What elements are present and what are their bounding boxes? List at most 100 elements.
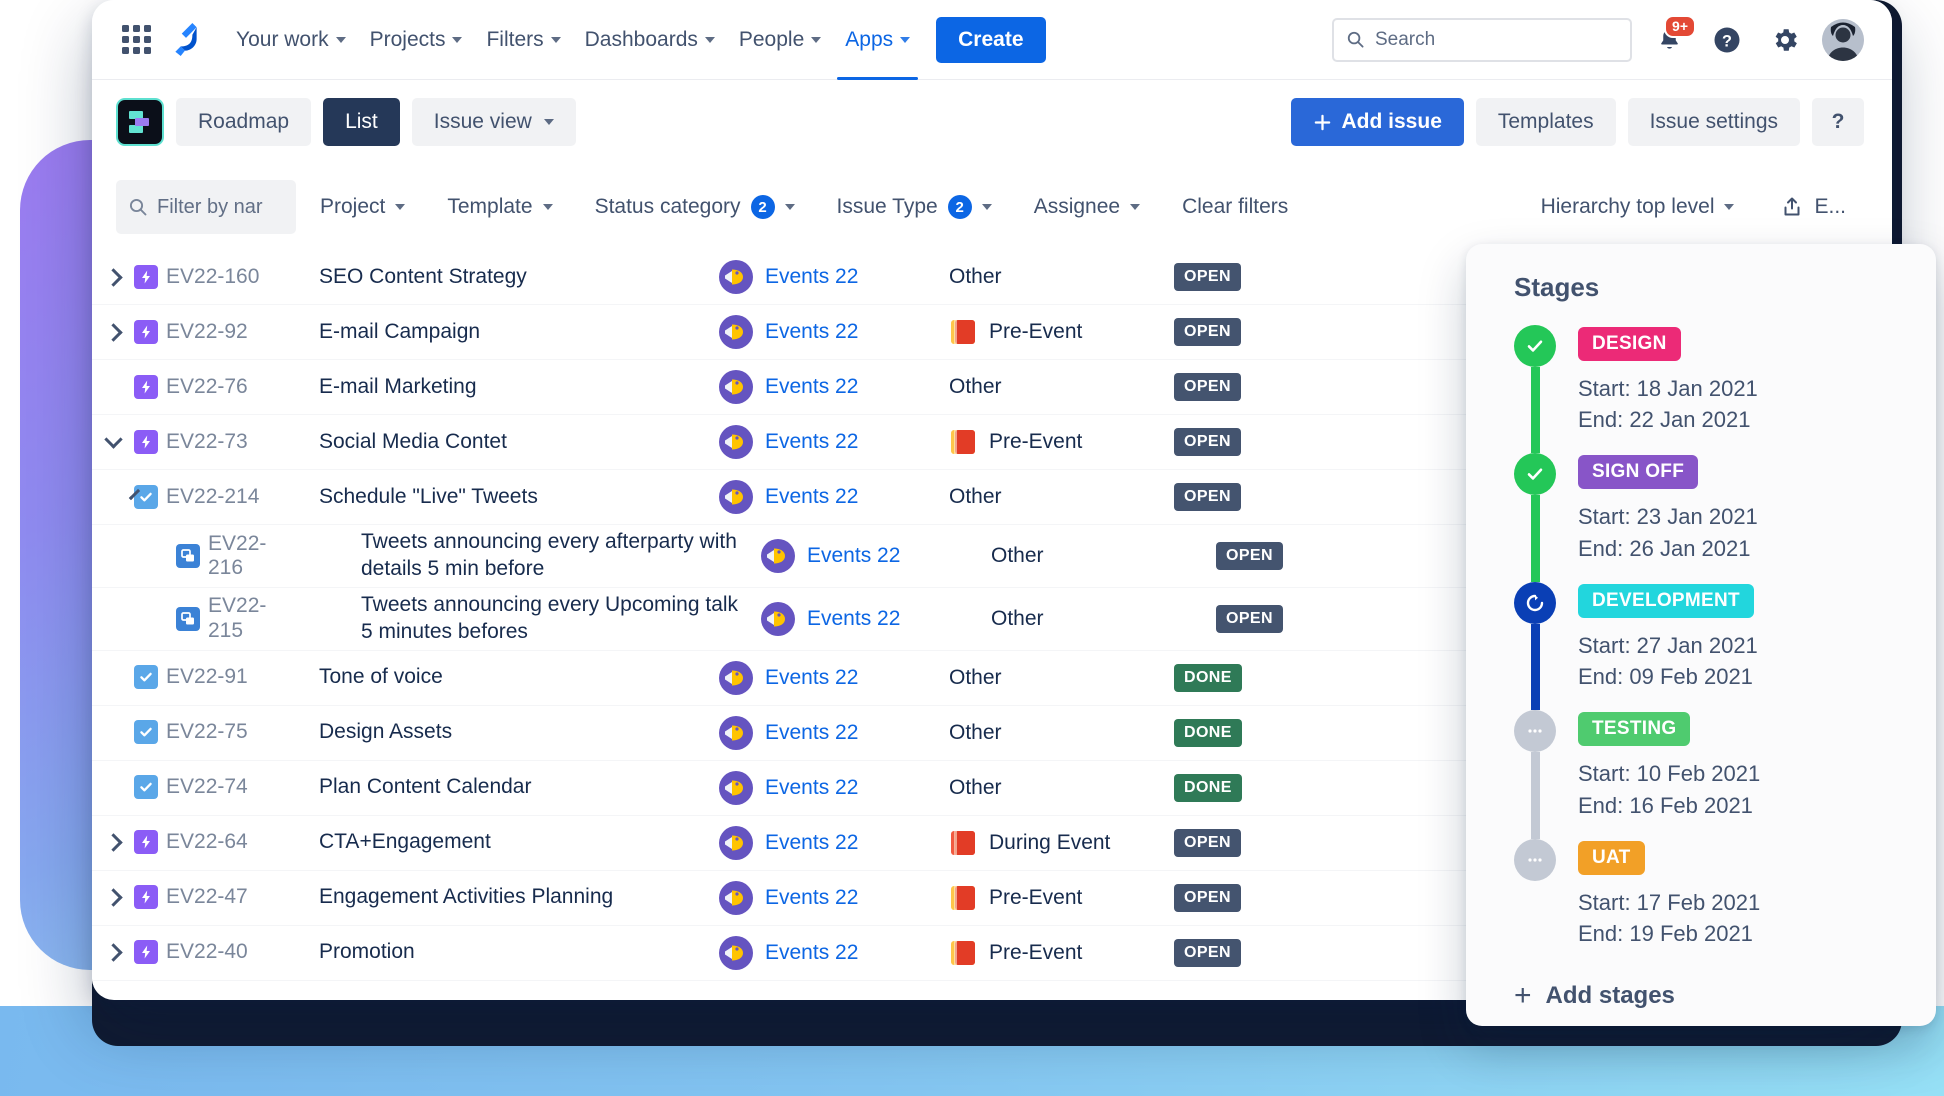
row-expand-toggle[interactable] — [92, 891, 134, 904]
stage-item[interactable]: DESIGNStart: 18 Jan 2021End: 22 Jan 2021 — [1514, 325, 1936, 453]
nav-item-filters[interactable]: Filters — [474, 19, 572, 61]
filter-assignee[interactable]: Assignee — [1016, 183, 1158, 231]
row-expand-toggle[interactable] — [92, 836, 134, 849]
issue-key-cell[interactable]: EV22-216 — [176, 532, 361, 580]
nav-item-people[interactable]: People — [727, 19, 833, 61]
issue-project-cell[interactable]: Events 22 — [761, 539, 991, 573]
issue-project-cell[interactable]: Events 22 — [719, 315, 949, 349]
issue-status-cell[interactable]: OPEN — [1216, 542, 1366, 570]
hierarchy-top-level-select[interactable]: Hierarchy top level — [1523, 183, 1753, 231]
issue-project-cell[interactable]: Events 22 — [719, 881, 949, 915]
issue-project-cell[interactable]: Events 22 — [719, 260, 949, 294]
issue-project-cell[interactable]: Events 22 — [719, 661, 949, 695]
app-logo-icon[interactable] — [116, 98, 164, 146]
issue-summary[interactable]: Plan Content Calendar — [319, 774, 719, 801]
issue-status-cell[interactable]: OPEN — [1174, 483, 1324, 511]
toolbar-help-button[interactable]: ? — [1812, 98, 1864, 146]
stage-node-in-progress[interactable] — [1514, 582, 1556, 624]
stage-node-todo[interactable] — [1514, 710, 1556, 752]
issue-summary[interactable]: Engagement Activities Planning — [319, 884, 719, 911]
issue-status-cell[interactable]: OPEN — [1174, 829, 1324, 857]
filter-by-name-input[interactable]: Filter by nar — [116, 180, 296, 234]
issue-key-cell[interactable]: EV22-91 — [134, 665, 319, 689]
issue-project-cell[interactable]: Events 22 — [719, 425, 949, 459]
issue-settings-button[interactable]: Issue settings — [1628, 98, 1800, 146]
issue-view-select[interactable]: Issue view — [412, 98, 576, 146]
issue-summary[interactable]: E-mail Campaign — [319, 319, 719, 346]
stage-node-done[interactable] — [1514, 453, 1556, 495]
nav-item-your-work[interactable]: Your work — [224, 19, 358, 61]
issue-summary[interactable]: Tweets announcing every Upcoming talk 5 … — [361, 592, 761, 646]
filter-issue-type[interactable]: Issue Type 2 — [819, 183, 1010, 231]
chevron-right-icon[interactable] — [104, 323, 122, 341]
issue-summary[interactable]: Schedule "Live" Tweets — [319, 484, 719, 511]
nav-item-projects[interactable]: Projects — [358, 19, 475, 61]
stage-node-todo[interactable] — [1514, 839, 1556, 881]
issue-status-cell[interactable]: OPEN — [1174, 884, 1324, 912]
stage-item[interactable]: DEVELOPMENTStart: 27 Jan 2021End: 09 Feb… — [1514, 582, 1936, 710]
templates-button[interactable]: Templates — [1476, 98, 1616, 146]
stage-item[interactable]: SIGN OFFStart: 23 Jan 2021End: 26 Jan 20… — [1514, 453, 1936, 581]
issue-project-cell[interactable]: Events 22 — [719, 716, 949, 750]
issue-key-cell[interactable]: EV22-75 — [134, 720, 319, 744]
issue-status-cell[interactable]: OPEN — [1174, 428, 1324, 456]
row-expand-toggle[interactable] — [92, 271, 134, 284]
issue-project-cell[interactable]: Events 22 — [719, 771, 949, 805]
avatar[interactable] — [1822, 19, 1864, 61]
issue-project-cell[interactable]: Events 22 — [719, 826, 949, 860]
issue-project-cell[interactable]: Events 22 — [719, 480, 949, 514]
chevron-down-icon[interactable] — [104, 430, 122, 448]
issue-summary[interactable]: SEO Content Strategy — [319, 264, 719, 291]
chevron-right-icon[interactable] — [104, 943, 122, 961]
row-expand-toggle[interactable] — [92, 946, 134, 959]
issue-status-cell[interactable]: DONE — [1174, 664, 1324, 692]
issue-summary[interactable]: Design Assets — [319, 719, 719, 746]
issue-status-cell[interactable]: DONE — [1174, 719, 1324, 747]
issue-key-cell[interactable]: EV22-76 — [134, 375, 319, 399]
issue-key-cell[interactable]: EV22-74 — [134, 775, 319, 799]
row-expand-toggle[interactable] — [92, 493, 134, 501]
jira-logo-icon[interactable] — [164, 18, 208, 62]
export-button[interactable]: E... — [1762, 183, 1864, 231]
issue-summary[interactable]: Tweets announcing every afterparty with … — [361, 529, 761, 583]
filter-template[interactable]: Template — [429, 183, 570, 231]
chevron-right-icon[interactable] — [104, 888, 122, 906]
filter-status-category[interactable]: Status category 2 — [577, 183, 813, 231]
search-input[interactable]: Search — [1332, 18, 1632, 62]
issue-key-cell[interactable]: EV22-40 — [134, 940, 319, 964]
issue-key-cell[interactable]: EV22-73 — [134, 430, 319, 454]
help-button[interactable]: ? — [1706, 19, 1748, 61]
chevron-right-icon[interactable] — [104, 833, 122, 851]
stage-node-done[interactable] — [1514, 325, 1556, 367]
row-expand-toggle[interactable] — [92, 326, 134, 339]
add-issue-button[interactable]: Add issue — [1291, 98, 1464, 146]
issue-summary[interactable]: E-mail Marketing — [319, 374, 719, 401]
roadmap-tab[interactable]: Roadmap — [176, 98, 311, 146]
create-button[interactable]: Create — [936, 17, 1045, 63]
issue-key-cell[interactable]: EV22-215 — [176, 594, 361, 642]
issue-status-cell[interactable]: DONE — [1174, 774, 1324, 802]
issue-status-cell[interactable]: OPEN — [1174, 318, 1324, 346]
notifications-button[interactable]: 9+ — [1648, 19, 1690, 61]
issue-status-cell[interactable]: OPEN — [1216, 605, 1366, 633]
issue-project-cell[interactable]: Events 22 — [719, 936, 949, 970]
issue-project-cell[interactable]: Events 22 — [761, 602, 991, 636]
issue-project-cell[interactable]: Events 22 — [719, 370, 949, 404]
clear-filters-button[interactable]: Clear filters — [1164, 183, 1306, 231]
issue-key-cell[interactable]: EV22-160 — [134, 265, 319, 289]
nav-item-dashboards[interactable]: Dashboards — [573, 19, 727, 61]
settings-button[interactable] — [1764, 19, 1806, 61]
nav-item-apps[interactable]: Apps — [833, 19, 922, 61]
issue-key-cell[interactable]: EV22-47 — [134, 885, 319, 909]
chevron-right-icon[interactable] — [104, 268, 122, 286]
issue-summary[interactable]: Tone of voice — [319, 664, 719, 691]
filter-project[interactable]: Project — [302, 183, 423, 231]
row-expand-toggle[interactable] — [92, 438, 134, 446]
issue-status-cell[interactable]: OPEN — [1174, 373, 1324, 401]
issue-summary[interactable]: Social Media Contet — [319, 429, 719, 456]
issue-summary[interactable]: CTA+Engagement — [319, 829, 719, 856]
stage-item[interactable]: UATStart: 17 Feb 2021End: 19 Feb 2021 — [1514, 839, 1936, 967]
issue-status-cell[interactable]: OPEN — [1174, 939, 1324, 967]
issue-key-cell[interactable]: EV22-92 — [134, 320, 319, 344]
stage-item[interactable]: TESTINGStart: 10 Feb 2021End: 16 Feb 202… — [1514, 710, 1936, 838]
